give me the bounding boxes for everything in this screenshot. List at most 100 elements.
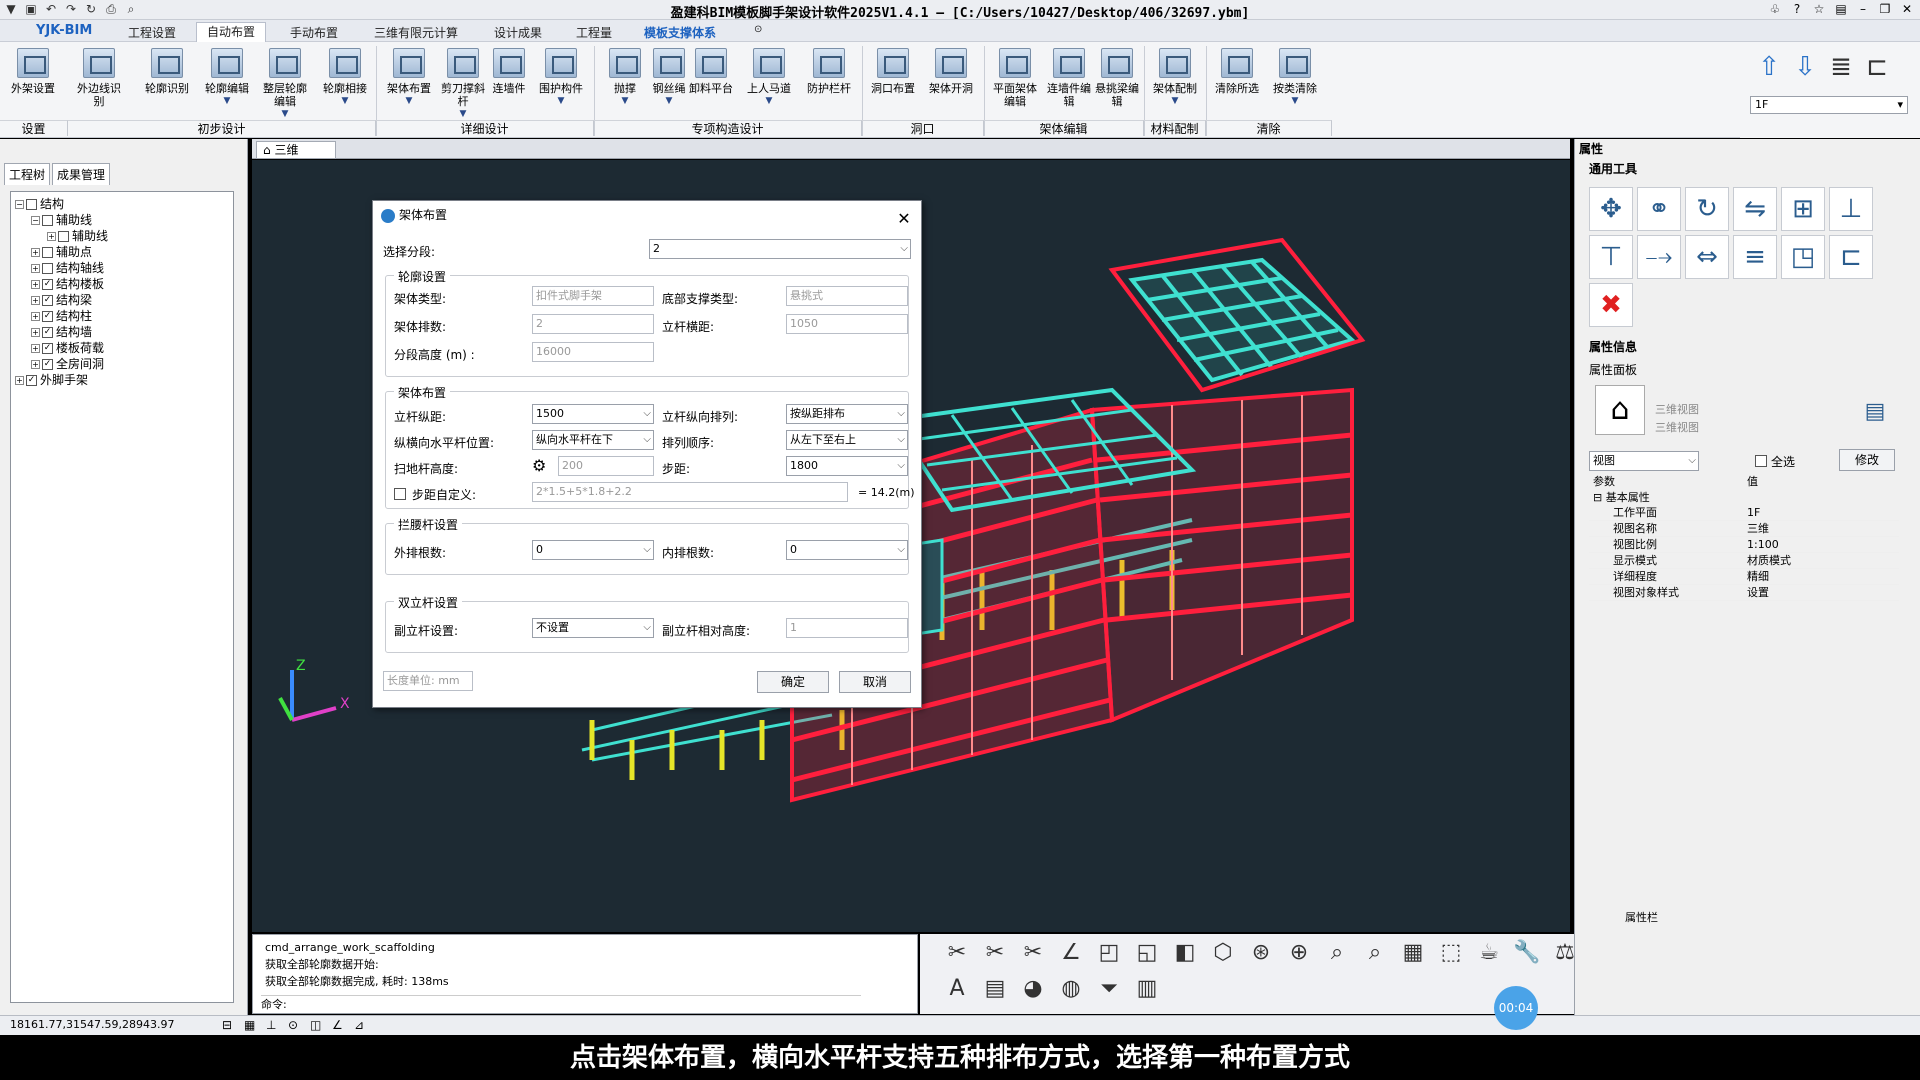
ribbon-btn-frame-config[interactable]: 架体配制 ▼	[1148, 48, 1202, 120]
tree-checkbox[interactable]: ✓	[42, 358, 53, 370]
tab-manual-layout[interactable]: 手动布置	[290, 24, 338, 41]
ribbon-btn-clear-by-type[interactable]: 按类清除 ▼	[1268, 48, 1322, 120]
tree-checkbox[interactable]	[42, 214, 53, 226]
tree-node[interactable]: + 辅助点	[15, 244, 229, 260]
tree-node[interactable]: − 结构	[15, 196, 229, 212]
bottom-align-icon[interactable]: ⊏	[1829, 235, 1873, 279]
polar-icon[interactable]: ◫	[310, 1016, 321, 1034]
tab-auto-layout[interactable]: 自动布置	[196, 22, 267, 42]
expand-icon[interactable]: +	[31, 247, 40, 257]
tree-node[interactable]: − 辅助线	[15, 212, 229, 228]
tree-checkbox[interactable]: ✓	[42, 342, 53, 354]
tree-checkbox[interactable]	[42, 262, 53, 274]
brand-tab[interactable]: YJK-BIM	[36, 23, 92, 38]
ribbon-btn-outline-join[interactable]: 轮廓相接 ▼	[318, 48, 372, 120]
ribbon-btn-clear-selected[interactable]: 清除所选	[1210, 48, 1264, 120]
floor-compare-icon[interactable]: ⊏	[1862, 52, 1892, 82]
restore-button[interactable]: ❐	[1878, 2, 1892, 16]
expand-icon[interactable]: +	[31, 295, 40, 305]
align-icon[interactable]: ⊤	[1589, 235, 1633, 279]
scale-icon[interactable]: ◳	[1781, 235, 1825, 279]
wrench-icon[interactable]: 🔧	[1512, 938, 1542, 968]
box-view-icon[interactable]: ◧	[1170, 938, 1200, 968]
expand-icon[interactable]: −	[15, 199, 24, 209]
tree-checkbox[interactable]: ✓	[42, 278, 53, 290]
angle-icon[interactable]: ∠	[1056, 938, 1086, 968]
ribbon-btn-frame-layout[interactable]: 架体布置 ▼	[382, 48, 436, 120]
tree-node[interactable]: + ✓ 结构墙	[15, 324, 229, 340]
tree-checkbox[interactable]: ✓	[26, 374, 37, 386]
extend-icon[interactable]: ✂	[1018, 938, 1048, 968]
filter-icon[interactable]: ⏷	[1094, 974, 1124, 1004]
view-settings-icon[interactable]: ▤	[1855, 399, 1895, 429]
property-row[interactable]: 工作平面 1F	[1589, 505, 1899, 521]
ribbon-btn-frame-settings[interactable]: 外架设置	[6, 48, 60, 120]
expand-icon[interactable]: +	[47, 231, 56, 241]
ribbon-btn-guardrail[interactable]: 防护栏杆	[802, 48, 856, 120]
ribbon-btn-plan-frame-edit[interactable]: 平面架体编辑	[988, 48, 1042, 120]
delete-icon[interactable]: ✖	[1589, 283, 1633, 327]
tree-checkbox[interactable]: ✓	[42, 294, 53, 306]
window-select-icon[interactable]: ⬚	[1436, 938, 1466, 968]
tab-project-settings[interactable]: 工程设置	[128, 24, 176, 41]
menu-dropdown-icon[interactable]: ⊙	[754, 24, 762, 35]
ribbon-btn-wall-ties[interactable]: 连墙件	[482, 48, 536, 120]
zoom-extents-icon[interactable]: ⊕	[1284, 938, 1314, 968]
step-select[interactable]: 1800 ⌵	[786, 456, 908, 476]
tree-checkbox[interactable]: ✓	[42, 326, 53, 338]
double-pole-setting-select[interactable]: 不设置 ⌵	[532, 618, 654, 638]
array-icon[interactable]: ⊞	[1781, 187, 1825, 231]
text-icon[interactable]: A	[942, 974, 972, 1004]
property-row[interactable]: 详细程度 精细	[1589, 569, 1899, 585]
tab-3d-view[interactable]: ⌂ 三维	[256, 141, 336, 159]
ribbon-btn-outline-edit[interactable]: 轮廓编辑 ▼	[200, 48, 254, 120]
tab-property-bar[interactable]: 属性栏	[1625, 909, 1658, 925]
view-type-select[interactable]: 视图 ⌵	[1589, 451, 1699, 471]
property-row[interactable]: 视图名称 三维	[1589, 521, 1899, 537]
help-icon[interactable]: ?	[1790, 2, 1804, 16]
tree-checkbox[interactable]	[58, 230, 69, 242]
grid-icon[interactable]: ▦	[244, 1016, 255, 1034]
floor-select[interactable]: 1F	[1750, 96, 1908, 114]
select-icon[interactable]: ✂	[942, 938, 972, 968]
ribbon-btn-floor-outline-edit[interactable]: 整层轮廓编辑 ▼	[258, 48, 312, 120]
order-select[interactable]: 从左下至右上 ⌵	[786, 430, 908, 450]
tree-checkbox[interactable]	[26, 198, 37, 210]
ribbon-btn-edge-detect[interactable]: 外边线识别	[72, 48, 126, 120]
ribbon-btn-cantilever-edit[interactable]: 悬挑梁编辑	[1090, 48, 1144, 120]
longitudinal-spacing-select[interactable]: 1500 ⌵	[532, 404, 654, 424]
outer-count-select[interactable]: 0 ⌵	[532, 540, 654, 560]
arrange-select[interactable]: 按纵距排布 ⌵	[786, 404, 908, 424]
tab-results-management[interactable]: 成果管理	[52, 163, 111, 185]
cancel-button[interactable]: 取消	[839, 671, 911, 693]
tree-node[interactable]: + ✓ 外脚手架	[15, 372, 229, 388]
property-row[interactable]: 视图对象样式 设置	[1589, 585, 1899, 601]
minimize-button[interactable]: –	[1856, 2, 1870, 16]
tab-project-tree[interactable]: 工程树	[4, 163, 51, 185]
track-icon[interactable]: ⊙	[288, 1016, 298, 1034]
move-icon[interactable]: ✥	[1589, 187, 1633, 231]
tree-node[interactable]: + ✓ 全房间洞	[15, 356, 229, 372]
basic-props-group[interactable]: ⊟ 基本属性	[1593, 489, 1650, 505]
select-all-checkbox[interactable]	[1755, 455, 1767, 467]
star-icon[interactable]: ☆	[1812, 2, 1826, 16]
iso-view-icon[interactable]: ⬡	[1208, 938, 1238, 968]
tree-node[interactable]: + 辅助线	[15, 228, 229, 244]
stretch-icon[interactable]: ⇔	[1685, 235, 1729, 279]
dialog-close-button[interactable]: ✕	[895, 205, 913, 233]
expand-icon[interactable]: +	[31, 311, 40, 321]
inner-count-select[interactable]: 0 ⌵	[786, 540, 908, 560]
expand-icon[interactable]: +	[31, 327, 40, 337]
ribbon-btn-outline-detect[interactable]: 轮廓识别	[140, 48, 194, 120]
expand-icon[interactable]: +	[31, 263, 40, 273]
command-input[interactable]: 命令:	[261, 995, 861, 1011]
dynamic-input-icon[interactable]: ⊿	[354, 1016, 364, 1034]
ok-button[interactable]: 确定	[757, 671, 829, 693]
tab-formwork-support[interactable]: 模板支撑体系	[644, 24, 716, 41]
rotate-icon[interactable]: ↻	[1685, 187, 1729, 231]
ribbon-btn-frame-opening[interactable]: 架体开洞	[924, 48, 978, 120]
custom-step-checkbox[interactable]	[394, 488, 406, 500]
expand-icon[interactable]: +	[31, 359, 40, 369]
tree-node[interactable]: + ✓ 结构楼板	[15, 276, 229, 292]
properties-icon[interactable]: ▤	[980, 974, 1010, 1004]
